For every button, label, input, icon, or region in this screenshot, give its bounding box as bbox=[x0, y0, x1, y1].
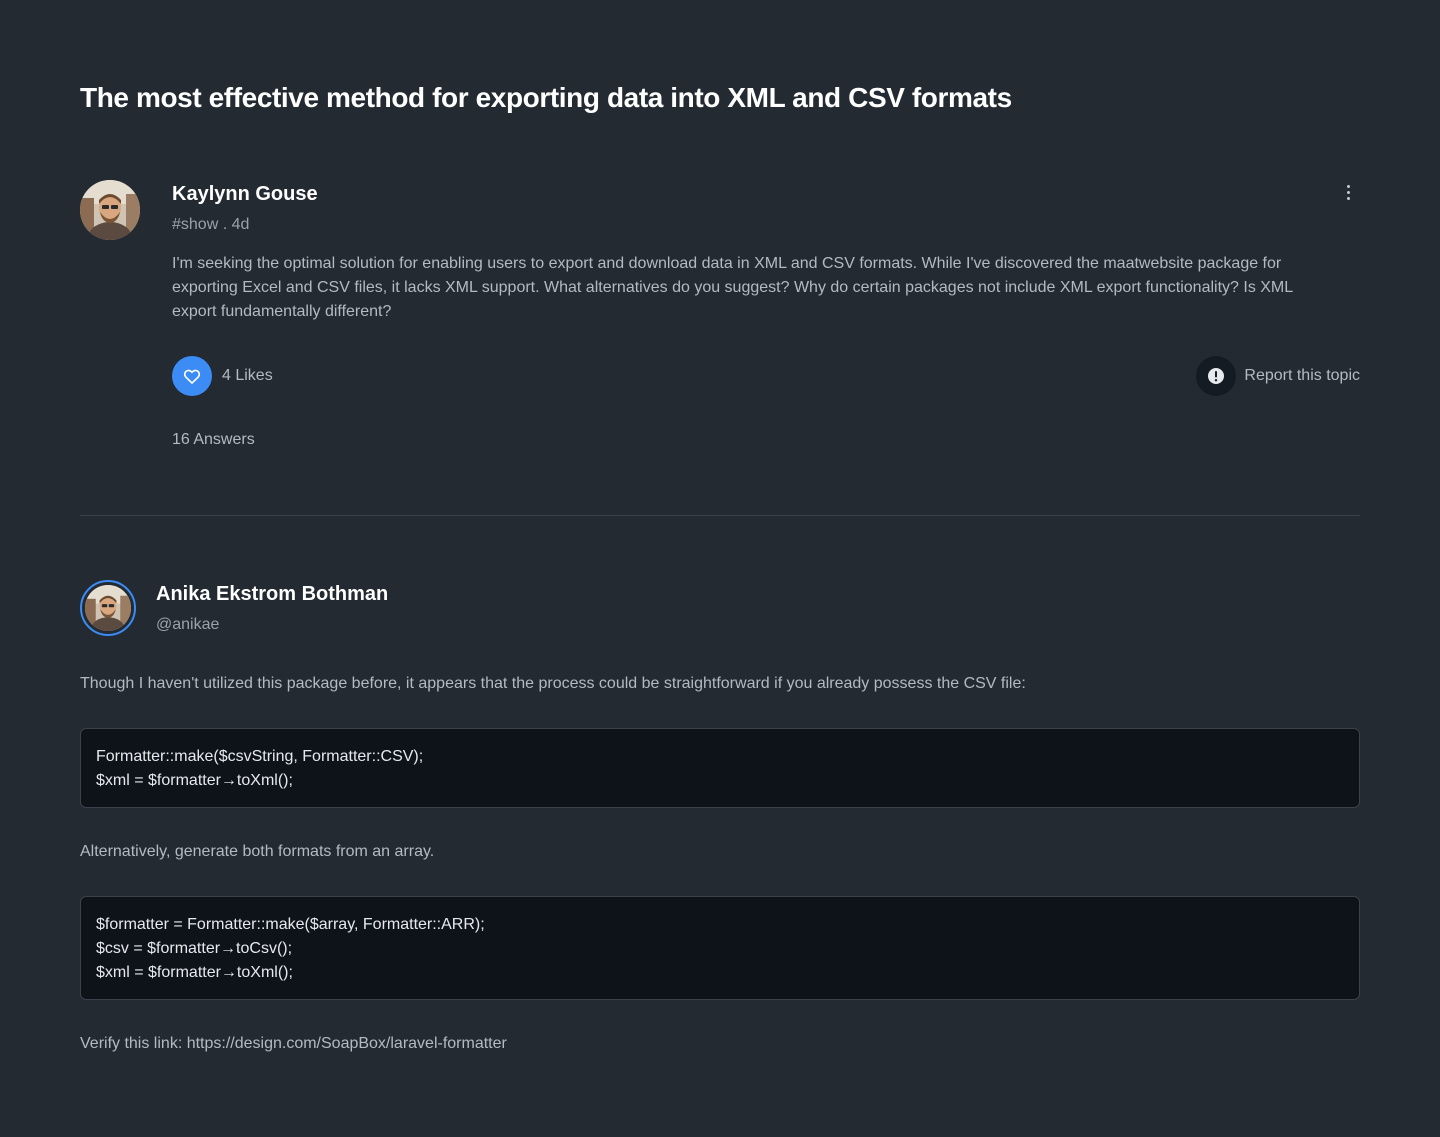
answers-count: 16 Answers bbox=[172, 431, 255, 448]
code-line: Formatter::make($csvString, Formatter::C… bbox=[96, 748, 424, 765]
code-line: $formatter = Formatter::make($array, For… bbox=[96, 916, 485, 933]
code-line: $xml = $formatter→toXml(); bbox=[96, 964, 293, 981]
code-block[interactable]: Formatter::make($csvString, Formatter::C… bbox=[80, 728, 1360, 808]
likes-count: 4 Likes bbox=[222, 367, 273, 384]
answer-author-avatar[interactable] bbox=[80, 580, 136, 636]
avatar-portrait bbox=[85, 585, 131, 631]
topic-meta: #show . 4d bbox=[172, 216, 250, 233]
answer-author-handle: @anikae bbox=[156, 616, 220, 633]
answer-author-name[interactable]: Anika Ekstrom Bothman bbox=[156, 581, 388, 607]
more-options-button[interactable] bbox=[1332, 180, 1364, 204]
more-vertical-icon bbox=[1346, 184, 1350, 188]
report-topic-label: Report this topic bbox=[1244, 367, 1360, 384]
code-line: $csv = $formatter→toCsv(); bbox=[96, 940, 293, 957]
topic-title: The most effective method for exporting … bbox=[80, 82, 1012, 113]
topic-author-avatar[interactable] bbox=[80, 180, 140, 240]
avatar-portrait bbox=[80, 180, 140, 240]
heart-icon bbox=[183, 369, 201, 384]
answer-middle-text: Alternatively, generate both formats fro… bbox=[80, 843, 435, 860]
topic-author-name[interactable]: Kaylynn Gouse bbox=[172, 181, 318, 207]
code-line: $xml = $formatter→toXml(); bbox=[96, 772, 293, 789]
answer-outro: Verify this link: https://design.com/Soa… bbox=[80, 1035, 507, 1052]
section-divider bbox=[80, 515, 1360, 516]
report-topic-button[interactable]: Report this topic bbox=[1196, 356, 1360, 396]
topic-body: I'm seeking the optimal solution for ena… bbox=[172, 255, 1293, 320]
alert-icon bbox=[1196, 356, 1237, 396]
code-block[interactable]: $formatter = Formatter::make($array, For… bbox=[80, 896, 1360, 1000]
like-button[interactable] bbox=[172, 356, 212, 396]
answer-intro: Though I haven't utilized this package b… bbox=[80, 675, 1026, 692]
